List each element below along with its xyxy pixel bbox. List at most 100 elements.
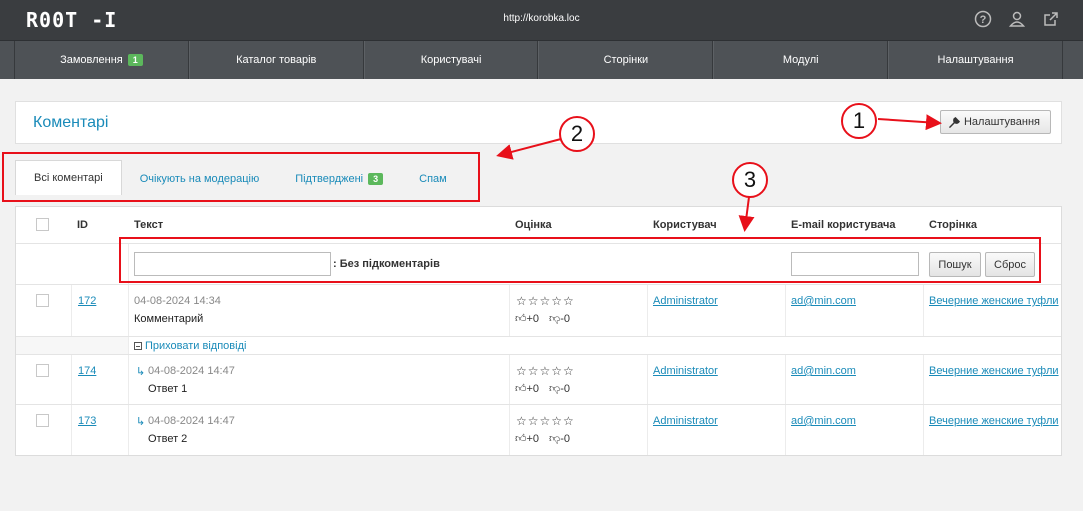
- upvote-count: +0: [526, 383, 540, 395]
- page-link[interactable]: Вечерние женские туфли: [929, 415, 1059, 427]
- nav-item-catalog[interactable]: Каталог товарів: [188, 41, 364, 79]
- filter-cell: [16, 244, 129, 284]
- checkbox-cell: [16, 285, 72, 336]
- comment-id-link[interactable]: 172: [78, 295, 96, 307]
- nav-item-label: Каталог товарів: [236, 54, 317, 66]
- select-all-checkbox[interactable]: [36, 218, 49, 231]
- rating-cell: [510, 405, 648, 455]
- thumbs-up-icon[interactable]: 👍︎+0: [515, 432, 539, 445]
- hide-replies-toggle[interactable]: Приховати відповіді: [134, 340, 246, 352]
- nav-item-users[interactable]: Користувачі: [363, 41, 539, 79]
- help-icon[interactable]: ?: [973, 9, 993, 29]
- table-row: 172 04-08-2024 14:34 Комментарий ☆☆☆☆☆ 👍…: [16, 285, 1061, 337]
- thumbs-up-icon[interactable]: 👍︎+0: [515, 312, 539, 325]
- external-link-icon[interactable]: [1041, 9, 1061, 29]
- nav-item-label: Замовлення: [60, 54, 123, 66]
- thumbs-up-icon[interactable]: 👍︎+0: [515, 382, 539, 395]
- votes: 👍︎+0 👎︎-0: [515, 382, 570, 395]
- settings-button[interactable]: Налаштування: [939, 110, 1051, 134]
- text-cell: [129, 355, 510, 404]
- text-cell: [129, 405, 510, 455]
- rating-cell: [510, 355, 648, 404]
- nav-item-label: Користувачі: [420, 54, 482, 66]
- collapse-icon: [134, 342, 142, 350]
- settings-button-label: Налаштування: [963, 116, 1040, 128]
- wrench-icon: [949, 116, 960, 128]
- annotation-box-filter: [119, 237, 1041, 283]
- row-checkbox[interactable]: [36, 364, 49, 377]
- column-header-rating[interactable]: Оцінка: [515, 219, 552, 231]
- toggle-replies-row: Приховати відповіді: [16, 337, 1061, 355]
- upvote-count: +0: [526, 313, 540, 325]
- comment-text: Комментарий: [134, 313, 204, 325]
- reply-arrow-icon: ↳: [136, 416, 146, 428]
- reply-arrow-icon: ↳: [136, 366, 146, 378]
- user-cell: [648, 285, 786, 336]
- column-header-user[interactable]: Користувач: [653, 219, 717, 231]
- page-header: Коментарі Налаштування: [15, 101, 1062, 144]
- id-cell: [72, 355, 129, 404]
- table-row: 173 ↳ 04-08-2024 14:47 Ответ 2 ☆☆☆☆☆ 👍︎+…: [16, 405, 1061, 455]
- rating-cell: [510, 285, 648, 336]
- user-cell: [648, 405, 786, 455]
- page-title: Коментарі: [33, 114, 109, 131]
- comment-date: 04-08-2024 14:34: [134, 295, 221, 307]
- rating-stars[interactable]: ☆☆☆☆☆: [516, 414, 575, 428]
- nav-item-label: Модулі: [782, 54, 819, 66]
- orders-count-badge: 1: [127, 54, 143, 66]
- toggle-spacer: [16, 337, 129, 354]
- comment-text: Ответ 2: [148, 433, 188, 445]
- user-link[interactable]: Administrator: [653, 295, 718, 307]
- user-cell: [648, 355, 786, 404]
- thumbs-down-icon[interactable]: 👎︎-0: [549, 432, 570, 445]
- nav-item-label: Налаштування: [937, 54, 1014, 66]
- checkbox-cell: [16, 405, 72, 455]
- comment-id-link[interactable]: 173: [78, 415, 96, 427]
- page-link[interactable]: Вечерние женские туфли: [929, 365, 1059, 377]
- email-link[interactable]: ad@min.com: [791, 415, 856, 427]
- nav-item-pages[interactable]: Сторінки: [538, 41, 714, 79]
- thumbs-down-icon[interactable]: 👎︎-0: [549, 312, 570, 325]
- site-url: http://korobka.loc: [503, 13, 580, 24]
- rating-stars[interactable]: ☆☆☆☆☆: [516, 364, 575, 378]
- row-checkbox[interactable]: [36, 294, 49, 307]
- page-link[interactable]: Вечерние женские туфли: [929, 295, 1059, 307]
- checkbox-cell: [16, 355, 72, 404]
- top-icons: ?: [973, 9, 1061, 29]
- email-cell: [786, 405, 924, 455]
- downvote-count: -0: [560, 383, 570, 395]
- nav-item-orders[interactable]: Замовлення 1: [14, 41, 189, 79]
- email-cell: [786, 355, 924, 404]
- annotation-circle-3: 3: [732, 162, 768, 198]
- comment-date: 04-08-2024 14:47: [148, 365, 235, 377]
- column-header-text[interactable]: Текст: [134, 219, 163, 231]
- comment-text: Ответ 1: [148, 383, 188, 395]
- user-link[interactable]: Administrator: [653, 415, 718, 427]
- email-cell: [786, 285, 924, 336]
- top-bar: R00T -I http://korobka.loc ?: [0, 0, 1083, 40]
- column-header-email[interactable]: E-mail користувача: [791, 219, 896, 231]
- comment-id-link[interactable]: 174: [78, 365, 96, 377]
- downvote-count: -0: [560, 433, 570, 445]
- nav-item-settings[interactable]: Налаштування: [888, 41, 1063, 79]
- rating-stars[interactable]: ☆☆☆☆☆: [516, 294, 575, 308]
- annotation-box-tabs: [2, 152, 480, 202]
- votes: 👍︎+0 👎︎-0: [515, 432, 570, 445]
- id-cell: [72, 405, 129, 455]
- annotation-circle-2: 2: [559, 116, 595, 152]
- table-row: 174 ↳ 04-08-2024 14:47 Ответ 1 ☆☆☆☆☆ 👍︎+…: [16, 355, 1061, 405]
- row-checkbox[interactable]: [36, 414, 49, 427]
- thumbs-down-icon[interactable]: 👎︎-0: [549, 382, 570, 395]
- user-icon[interactable]: [1007, 9, 1027, 29]
- svg-text:?: ?: [980, 14, 987, 26]
- email-link[interactable]: ad@min.com: [791, 365, 856, 377]
- column-header-id[interactable]: ID: [77, 219, 88, 231]
- column-header-page[interactable]: Сторінка: [929, 219, 977, 231]
- votes: 👍︎+0 👎︎-0: [515, 312, 570, 325]
- nav-item-modules[interactable]: Модулі: [713, 41, 889, 79]
- user-link[interactable]: Administrator: [653, 365, 718, 377]
- id-cell: [72, 285, 129, 336]
- email-link[interactable]: ad@min.com: [791, 295, 856, 307]
- comment-date: 04-08-2024 14:47: [148, 415, 235, 427]
- text-cell: [129, 285, 510, 336]
